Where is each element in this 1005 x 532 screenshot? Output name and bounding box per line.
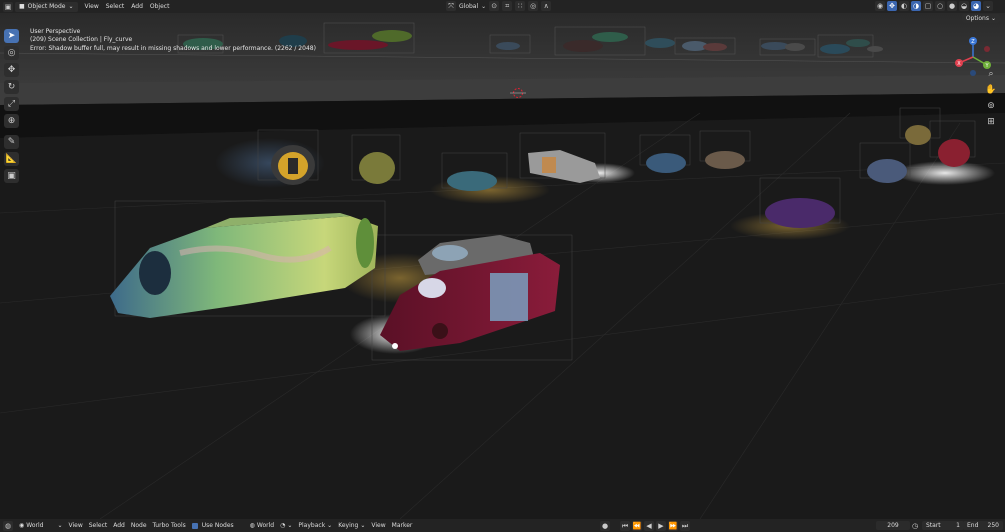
world-icon: ◉: [19, 522, 25, 529]
falloff-icon[interactable]: ∧: [541, 1, 552, 11]
3d-viewport[interactable]: User Perspective (209) Scene Collection …: [0, 13, 1005, 519]
pivot-icon[interactable]: ⊙: [489, 1, 500, 11]
collection-label: (209) Scene Collection | Fly_curve: [30, 36, 133, 44]
prev-keyframe-icon[interactable]: ⏪: [632, 520, 642, 531]
transform-tool-icon[interactable]: ⊕: [4, 114, 19, 128]
menu-select[interactable]: Select: [89, 522, 108, 529]
chevron-down-icon: ⌄: [360, 522, 366, 529]
clock-icon: ◷: [912, 521, 919, 530]
menu-turbo-tools[interactable]: Turbo Tools: [153, 522, 186, 529]
viewport-info: User Perspective (209) Scene Collection …: [30, 28, 316, 53]
bottom-editor-header: ◍ ◉ World ⌄ View Select Add Node Turbo T…: [0, 519, 1005, 532]
chevron-down-icon: ⌄: [57, 522, 63, 529]
measure-tool-icon[interactable]: 📐: [4, 152, 19, 166]
shading-solid-icon[interactable]: ●: [947, 1, 957, 11]
mode-icon: ■: [19, 3, 25, 10]
mode-selector[interactable]: ■ Object Mode ⌄: [15, 1, 78, 12]
overlays-icon[interactable]: ◑: [911, 1, 921, 11]
shading-rendered-icon[interactable]: ◕: [971, 1, 981, 11]
keyframe-controls: ● ⏮ ⏪ ◀ ▶ ⏩ ⏭: [600, 520, 690, 531]
keying-menu[interactable]: Keying ⌄: [338, 522, 365, 529]
orientation-selector[interactable]: Global: [459, 3, 478, 10]
gizmo-toggle-icon[interactable]: ✥: [887, 1, 897, 11]
transform-tools: ⤧ Global ⌄ ⊙ ⌗ ∷ ◎ ∧: [446, 1, 552, 11]
menu-view[interactable]: View: [68, 522, 82, 529]
chevron-down-icon: ⌄: [990, 15, 996, 22]
axis-x-label: X: [957, 61, 961, 67]
scene-render: [0, 13, 1005, 519]
timeline-view-menu[interactable]: View: [371, 522, 385, 529]
world-icon: ◍: [249, 522, 255, 529]
perspective-toggle-icon[interactable]: ⊞: [985, 116, 997, 128]
navigation-controls: ⌕ ✋ ⊚ ⊞: [985, 68, 997, 128]
shading-wireframe-icon[interactable]: ○: [935, 1, 945, 11]
pan-hand-icon[interactable]: ✋: [985, 84, 997, 96]
menu-select[interactable]: Select: [106, 3, 125, 10]
shading-options-icon[interactable]: ⌄: [983, 1, 993, 11]
next-keyframe-icon[interactable]: ⏩: [668, 520, 678, 531]
scale-tool-icon[interactable]: ⤢: [4, 97, 19, 111]
menu-view[interactable]: View: [85, 3, 99, 10]
use-nodes-toggle[interactable]: Use Nodes: [191, 522, 234, 529]
end-frame-field[interactable]: End 250: [963, 521, 1003, 530]
select-tool-icon[interactable]: ➤: [4, 29, 19, 43]
shading-material-icon[interactable]: ◒: [959, 1, 969, 11]
chevron-down-icon: ⌄: [287, 522, 293, 529]
play-reverse-icon[interactable]: ◀: [644, 520, 654, 531]
rotate-tool-icon[interactable]: ↻: [4, 80, 19, 94]
playback-menu[interactable]: Playback ⌄: [298, 522, 332, 529]
editor-type-icon[interactable]: ▣: [3, 1, 13, 12]
menu-add[interactable]: Add: [131, 3, 143, 10]
jump-start-icon[interactable]: ⏮: [620, 520, 630, 531]
shader-type-selector[interactable]: ◉ World ⌄: [19, 522, 62, 529]
xray-icon[interactable]: ▢: [923, 1, 933, 11]
overlay-toggle-icon[interactable]: ◐: [899, 1, 909, 11]
menu-node[interactable]: Node: [131, 522, 147, 529]
start-frame-field[interactable]: Start 1: [922, 521, 964, 530]
checkbox-icon: [191, 522, 198, 529]
record-icon[interactable]: ●: [600, 520, 610, 531]
jump-end-icon[interactable]: ⏭: [680, 520, 690, 531]
visibility-icon[interactable]: ◉: [875, 1, 885, 11]
camera-view-icon[interactable]: ⊚: [985, 100, 997, 112]
world-selector[interactable]: ◍ World: [250, 522, 274, 529]
menu-object[interactable]: Object: [150, 3, 170, 10]
snap-icon[interactable]: ⌗: [502, 1, 513, 11]
move-tool-icon[interactable]: ✥: [4, 63, 19, 77]
current-frame-field[interactable]: 209: [876, 521, 910, 530]
annotate-tool-icon[interactable]: ✎: [4, 135, 19, 149]
error-message: Error: Shadow buffer full, may result in…: [30, 44, 316, 52]
options-button[interactable]: Options ⌄: [961, 14, 1000, 23]
clock-icon: ◔: [280, 522, 286, 529]
snap-target-icon[interactable]: ∷: [515, 1, 526, 11]
chevron-down-icon: ⌄: [481, 2, 487, 10]
play-icon[interactable]: ▶: [656, 520, 666, 531]
menu-add[interactable]: Add: [113, 522, 125, 529]
viewport-shading-tools: ◉ ✥ ◐ ◑ ▢ ○ ● ◒ ◕ ⌄: [875, 1, 993, 11]
perspective-label: User Perspective: [30, 28, 81, 35]
editor-type-icon[interactable]: ◍: [3, 520, 13, 531]
add-cube-tool-icon[interactable]: ▣: [4, 169, 19, 183]
cursor-tool-icon[interactable]: ◎: [4, 46, 19, 60]
viewport-header: ▣ ■ Object Mode ⌄ View Select Add Object…: [0, 0, 1005, 13]
tool-shelf: ➤ ◎ ✥ ↻ ⤢ ⊕ ✎ 📐 ▣: [4, 29, 22, 183]
proportional-edit-icon[interactable]: ◎: [528, 1, 539, 11]
chevron-down-icon: ⌄: [68, 3, 74, 10]
zoom-icon[interactable]: ⌕: [985, 68, 997, 80]
mode-label: Object Mode: [27, 3, 66, 10]
axis-z-label: Z: [971, 39, 975, 45]
marker-menu[interactable]: Marker: [392, 522, 413, 529]
chevron-down-icon: ⌄: [327, 522, 333, 529]
orientation-icon: ⤧: [446, 1, 456, 11]
timeline-type-selector[interactable]: ◔ ⌄: [280, 522, 292, 529]
